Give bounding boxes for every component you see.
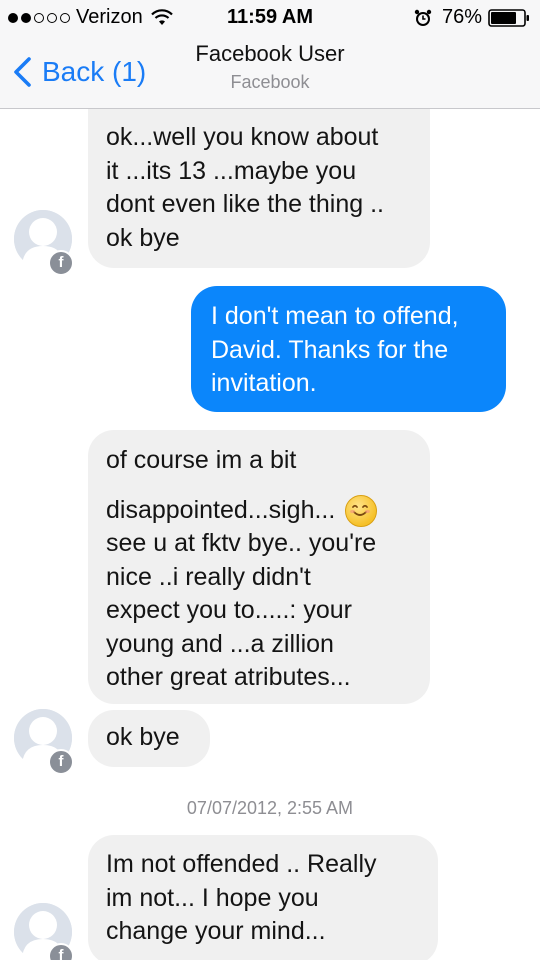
message-line: nice ..i really didn't — [106, 562, 311, 591]
sender-avatar[interactable]: f — [14, 709, 74, 775]
message-line: young and ...a zillion — [106, 629, 334, 658]
battery-percent: 76% — [441, 6, 482, 28]
status-bar: Verizon 11:59 AM 76% — [0, 0, 540, 36]
incoming-message[interactable]: ok...well you know about it ...its 13 ..… — [88, 109, 430, 268]
message-line: invitation. — [211, 369, 317, 397]
message-line: dont even like the thing .. — [106, 190, 384, 218]
message-line: disappointed...sigh... — [106, 494, 430, 528]
status-right: 76% — [414, 6, 530, 29]
alarm-icon — [414, 9, 432, 26]
sender-avatar[interactable]: f — [14, 903, 74, 960]
facebook-badge-icon: f — [48, 749, 74, 775]
message-line: Im not offended .. Really — [106, 850, 377, 878]
facebook-badge-icon: f — [48, 250, 74, 276]
message-line: ok bye — [106, 223, 180, 252]
message-line: im not... I hope you — [106, 883, 319, 912]
message-timestamp: 07/07/2012, 2:55 AM — [186, 798, 354, 818]
message-line: change your mind... — [106, 917, 326, 945]
conversation-title: Facebook User — [195, 41, 345, 66]
message-line: other great atributes... — [106, 663, 351, 691]
message-line: of course im a bit — [106, 446, 297, 474]
message-thread[interactable]: ok...well you know about it ...its 13 ..… — [0, 109, 540, 960]
sender-avatar[interactable]: f — [14, 210, 74, 276]
conversation-subtitle: Facebook — [230, 72, 310, 92]
message-line: David. Thanks for the — [211, 335, 449, 364]
message-line: ok...well you know about — [106, 123, 379, 151]
message-text: disappointed...sigh... — [106, 495, 336, 524]
message-line: I don't mean to offend, — [211, 302, 459, 330]
smiling-face-emoji-icon — [345, 494, 378, 527]
navigation-bar: Back (1) Facebook User Facebook — [0, 36, 540, 109]
outgoing-message[interactable]: I don't mean to offend, David. Thanks fo… — [191, 286, 506, 412]
message-line: it ...its 13 ...maybe you — [106, 156, 357, 185]
message-line: ok bye — [106, 723, 180, 751]
incoming-message[interactable]: Im not offended .. Really im not... I ho… — [88, 835, 438, 960]
incoming-message[interactable]: of course im a bit disappointed...sigh..… — [88, 430, 430, 704]
message-line: see u at fktv bye.. you're — [106, 529, 377, 557]
message-line: expect you to.....: your — [106, 596, 352, 624]
battery-icon — [488, 8, 529, 27]
incoming-message[interactable]: ok bye — [88, 710, 210, 767]
